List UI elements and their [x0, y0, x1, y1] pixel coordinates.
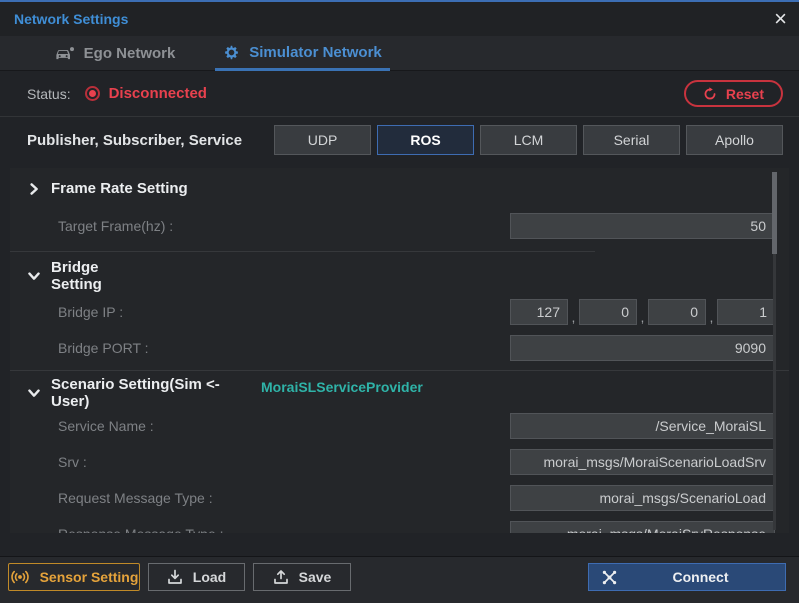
target-frame-input[interactable]	[510, 213, 775, 239]
save-label: Save	[299, 569, 332, 585]
request-message-type-input[interactable]	[510, 485, 775, 511]
section-divider	[10, 251, 595, 252]
bridge-port-label: Bridge PORT :	[58, 340, 149, 356]
target-frame-row: Target Frame(hz) :	[10, 213, 789, 239]
sensor-setting-button[interactable]: Sensor Setting	[8, 563, 140, 591]
bridge-ip-octet-3[interactable]	[648, 299, 706, 325]
status-row: Status: Disconnected Reset	[0, 71, 799, 117]
status-label: Status:	[27, 86, 71, 102]
service-name-label: Service Name :	[58, 418, 154, 434]
connect-button[interactable]: Connect	[588, 563, 786, 591]
load-label: Load	[193, 569, 226, 585]
protocol-serial-button[interactable]: Serial	[583, 125, 680, 155]
reset-label: Reset	[726, 86, 764, 102]
protocol-apollo-button[interactable]: Apollo	[686, 125, 783, 155]
download-icon	[167, 569, 183, 585]
bridge-port-input[interactable]	[510, 335, 775, 361]
protocol-button-group: UDP ROS LCM Serial Apollo	[274, 125, 783, 155]
title-bar: Network Settings ×	[0, 2, 799, 36]
section-divider	[10, 370, 789, 371]
save-button[interactable]: Save	[253, 563, 351, 591]
reset-button[interactable]: Reset	[684, 80, 783, 107]
response-message-type-row: Response Message Type :	[10, 521, 789, 533]
section-header-scenario[interactable]: Scenario Setting(Sim <- User) MoraiSLSer…	[10, 376, 789, 410]
tab-ego-label: Ego Network	[84, 45, 176, 62]
bridge-ip-group: , , ,	[510, 299, 775, 325]
bridge-port-row: Bridge PORT :	[10, 335, 789, 361]
protocol-udp-button[interactable]: UDP	[274, 125, 371, 155]
settings-scroll-area: Frame Rate Setting Target Frame(hz) : Br…	[10, 168, 789, 533]
bridge-ip-row: Bridge IP : , , ,	[10, 299, 789, 325]
chevron-down-icon	[28, 270, 41, 282]
srv-input[interactable]	[510, 449, 775, 475]
ip-separator: ,	[568, 309, 579, 325]
connection-node-icon	[601, 569, 618, 586]
tab-ego-network[interactable]: Ego Network	[40, 36, 190, 71]
response-message-type-label: Response Message Type :	[58, 526, 224, 533]
protocol-lcm-button[interactable]: LCM	[480, 125, 577, 155]
chevron-right-icon	[28, 183, 41, 195]
bridge-title: Bridge Setting	[51, 259, 102, 293]
broadcast-icon	[10, 570, 30, 584]
service-name-row: Service Name :	[10, 413, 789, 439]
response-message-type-input[interactable]	[510, 521, 775, 533]
upload-icon	[273, 569, 289, 585]
service-name-input[interactable]	[510, 413, 775, 439]
target-frame-label: Target Frame(hz) :	[58, 218, 173, 234]
footer-bar: Sensor Setting Load Save	[0, 556, 799, 603]
close-icon[interactable]: ×	[774, 9, 787, 29]
service-provider-label: MoraiSLServiceProvider	[261, 376, 423, 395]
gear-icon	[223, 44, 240, 61]
section-header-frame-rate[interactable]: Frame Rate Setting	[10, 168, 789, 197]
srv-row: Srv :	[10, 449, 789, 475]
load-button[interactable]: Load	[148, 563, 245, 591]
scenario-title: Scenario Setting(Sim <- User)	[51, 376, 229, 410]
protocol-row-title: Publisher, Subscriber, Service	[27, 132, 242, 149]
tab-simulator-label: Simulator Network	[249, 44, 382, 61]
network-settings-dialog: Network Settings × Ego Network Simulator…	[0, 0, 799, 603]
tab-bar: Ego Network Simulator Network	[0, 36, 799, 71]
status-value: Disconnected	[109, 85, 207, 102]
bridge-ip-octet-2[interactable]	[579, 299, 637, 325]
car-icon	[55, 46, 75, 62]
disconnected-dot-icon	[85, 86, 100, 101]
protocol-row: Publisher, Subscriber, Service UDP ROS L…	[0, 117, 799, 163]
refresh-icon	[703, 87, 717, 101]
srv-label: Srv :	[58, 454, 87, 470]
bridge-ip-octet-1[interactable]	[510, 299, 568, 325]
chevron-down-icon	[28, 387, 41, 399]
frame-rate-title: Frame Rate Setting	[51, 180, 188, 197]
connect-label: Connect	[628, 569, 773, 585]
tab-simulator-network[interactable]: Simulator Network	[215, 36, 390, 71]
protocol-ros-button[interactable]: ROS	[377, 125, 474, 155]
ip-separator: ,	[637, 309, 648, 325]
request-message-type-label: Request Message Type :	[58, 490, 213, 506]
ip-separator: ,	[706, 309, 717, 325]
dialog-title: Network Settings	[14, 11, 128, 27]
bridge-ip-label: Bridge IP :	[58, 304, 123, 320]
request-message-type-row: Request Message Type :	[10, 485, 789, 511]
scrollbar-thumb[interactable]	[772, 172, 777, 254]
sensor-setting-label: Sensor Setting	[40, 569, 139, 585]
section-header-bridge[interactable]: Bridge Setting	[10, 259, 789, 293]
bridge-ip-octet-4[interactable]	[717, 299, 775, 325]
